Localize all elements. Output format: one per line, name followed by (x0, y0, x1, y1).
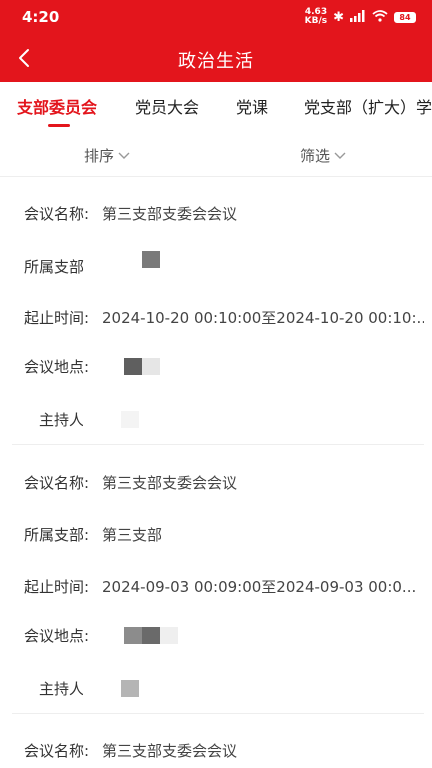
tab-party-members-meeting[interactable]: 党员大会 (135, 94, 199, 118)
wifi-icon (372, 9, 388, 25)
filter-bar: 排序 筛选 (0, 136, 432, 177)
meeting-name-value: 第三支部支委会会议 (102, 742, 238, 760)
record-divider (12, 444, 424, 445)
branch-label: 所属支部: (24, 526, 90, 544)
place-label: 会议地点: (24, 358, 88, 376)
meeting-name-value: 第三支部支委会会议 (102, 474, 238, 492)
page-title: 政治生活 (178, 51, 254, 72)
time-row: 起止时间: 2024-09-03 00:09:00至2024-09-03 00:… (24, 576, 424, 597)
place-row: 会议地点: (24, 625, 178, 646)
app-header: 4:20 4.63 KB/s ✱ 84 政治生活 (0, 0, 432, 82)
branch-row: 所属支部 (24, 251, 160, 277)
host-value-redacted (121, 680, 139, 697)
sort-dropdown[interactable]: 排序 (84, 145, 130, 166)
host-row: 主持人 (39, 678, 139, 699)
place-value-redacted (124, 358, 160, 375)
filter-label: 筛选 (300, 147, 331, 165)
meeting-name-row: 会议名称: 第三支部支委会会议 (24, 203, 237, 224)
chevron-down-icon (118, 152, 130, 159)
bluetooth-icon: ✱ (333, 9, 344, 25)
filter-dropdown[interactable]: 筛选 (300, 145, 346, 166)
tab-party-lecture[interactable]: 党课 (236, 94, 268, 118)
place-row: 会议地点: (24, 356, 160, 377)
meeting-name-value: 第三支部支委会会议 (102, 205, 238, 223)
host-label: 主持人 (39, 411, 83, 429)
meeting-name-label: 会议名称: (24, 742, 90, 760)
chevron-down-icon (334, 152, 346, 159)
net-speed: 4.63 KB/s (304, 7, 328, 26)
branch-value-redacted (142, 251, 160, 268)
meeting-name-row: 会议名称: 第三支部支委会会议 (24, 472, 237, 493)
signal-icon (350, 9, 366, 25)
meeting-name-label: 会议名称: (24, 205, 90, 223)
place-label: 会议地点: (24, 627, 88, 645)
record-divider (12, 713, 424, 714)
status-icons: 4.63 KB/s ✱ 84 (305, 8, 416, 26)
place-value-redacted (124, 627, 178, 644)
time-label: 起止时间: (24, 309, 90, 327)
meeting-name-label: 会议名称: (24, 474, 90, 492)
status-time: 4:20 (22, 8, 60, 26)
branch-value: 第三支部 (102, 526, 163, 544)
meeting-name-row: 会议名称: 第三支部支委会会议 (24, 740, 237, 761)
tab-indicator (48, 124, 70, 127)
tab-branch-committee[interactable]: 支部委员会 (17, 94, 97, 118)
host-label: 主持人 (39, 680, 83, 698)
sort-label: 排序 (84, 147, 115, 165)
time-label: 起止时间: (24, 578, 90, 596)
time-value: 2024-10-20 00:10:00至2024-10-20 00:10:... (102, 309, 424, 327)
branch-row: 所属支部: 第三支部 (24, 524, 162, 545)
battery-icon: 84 (394, 11, 416, 23)
time-row: 起止时间: 2024-10-20 00:10:00至2024-10-20 00:… (24, 307, 424, 328)
time-value: 2024-09-03 00:09:00至2024-09-03 00:0... (102, 578, 417, 596)
host-value-redacted (121, 411, 139, 428)
tab-bar: 支部委员会 党员大会 党课 党支部（扩大）学 (0, 82, 432, 128)
tab-branch-expanded-study[interactable]: 党支部（扩大）学 (304, 94, 432, 118)
host-row: 主持人 (39, 409, 139, 430)
branch-label: 所属支部 (24, 258, 84, 276)
